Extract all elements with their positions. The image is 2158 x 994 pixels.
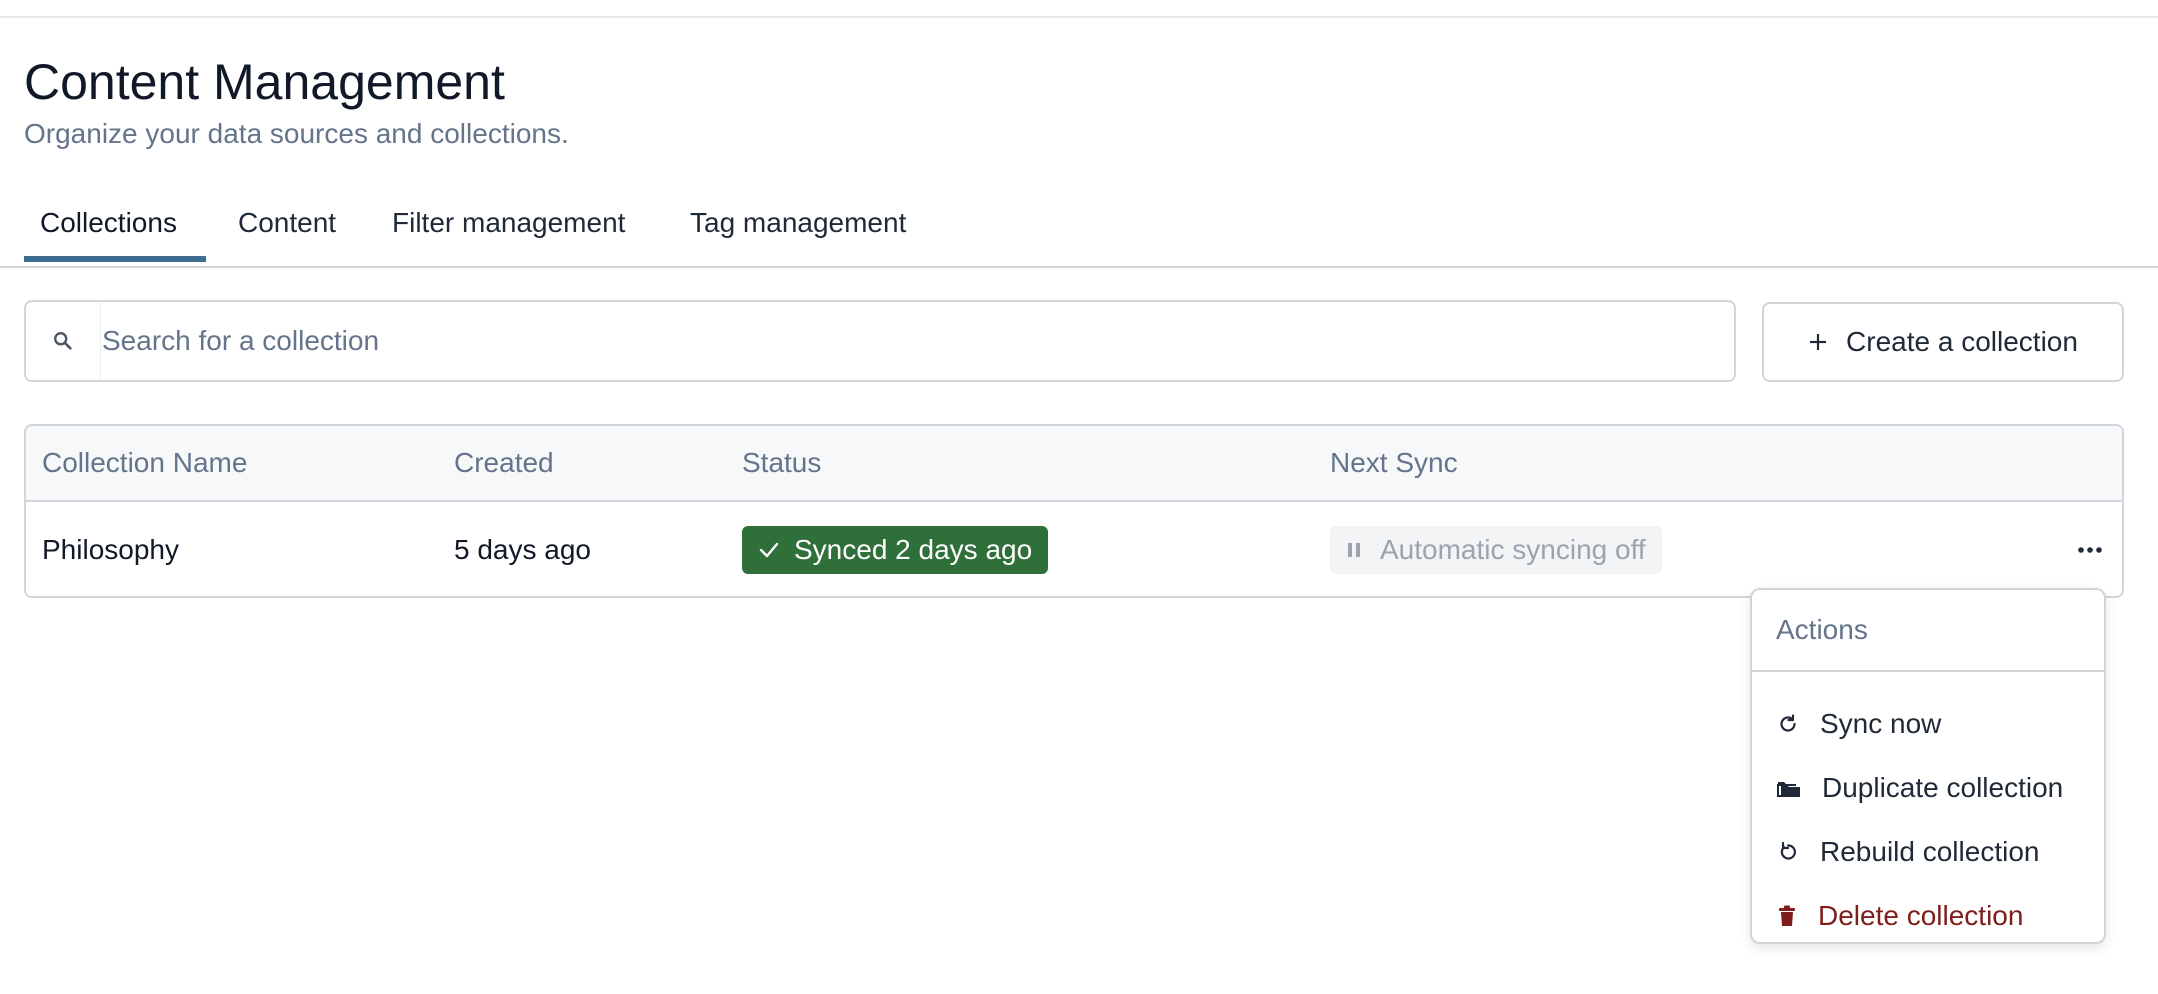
tab-tag-management[interactable]: Tag management xyxy=(690,190,906,266)
column-header-created: Created xyxy=(454,447,554,478)
tab-collections[interactable]: Collections xyxy=(40,190,177,266)
table-header: Collection Name Created Status Next Sync xyxy=(26,426,2122,502)
rebuild-icon xyxy=(1776,840,1800,864)
tab-content[interactable]: Content xyxy=(238,190,336,266)
folders-icon xyxy=(1776,776,1802,800)
column-header-collection-name: Collection Name xyxy=(42,447,248,478)
menu-item-sync-now[interactable]: Sync now xyxy=(1752,694,2104,754)
create-collection-button[interactable]: Create a collection xyxy=(1762,302,2124,382)
created-date: 5 days ago xyxy=(454,534,591,565)
status-badge: Synced 2 days ago xyxy=(742,526,1049,574)
row-actions-button[interactable] xyxy=(2066,526,2114,574)
menu-item-rebuild-collection[interactable]: Rebuild collection xyxy=(1752,822,2104,882)
search-icon xyxy=(26,302,101,380)
trash-icon xyxy=(1776,904,1798,928)
menu-item-label: Delete collection xyxy=(1818,900,2024,931)
next-sync-text: Automatic syncing off xyxy=(1380,534,1646,565)
create-collection-label: Create a collection xyxy=(1846,326,2078,357)
active-tab-indicator xyxy=(24,256,206,262)
collection-name: Philosophy xyxy=(42,534,179,565)
search-box xyxy=(24,300,1736,382)
status-text: Synced 2 days ago xyxy=(794,534,1033,565)
menu-item-duplicate-collection[interactable]: Duplicate collection xyxy=(1752,758,2104,818)
menu-item-label: Rebuild collection xyxy=(1820,836,2040,867)
column-header-status: Status xyxy=(742,447,822,478)
collections-table: Collection Name Created Status Next Sync… xyxy=(24,424,2124,598)
next-sync-badge: Automatic syncing off xyxy=(1330,526,1662,574)
column-header-next-sync: Next Sync xyxy=(1330,447,1458,478)
menu-item-delete-collection[interactable]: Delete collection xyxy=(1752,886,2104,946)
refresh-icon xyxy=(1776,712,1800,736)
plus-icon xyxy=(1808,332,1828,352)
menu-item-label: Duplicate collection xyxy=(1822,772,2064,803)
pause-icon xyxy=(1346,540,1362,560)
more-horizontal-icon xyxy=(2077,546,2103,554)
table-row[interactable]: Philosophy 5 days ago Synced 2 days ago … xyxy=(26,502,2122,596)
search-input[interactable] xyxy=(102,302,1722,380)
tab-filter-management[interactable]: Filter management xyxy=(392,190,625,266)
check-icon xyxy=(758,539,780,561)
actions-menu: Actions Sync now Duplicate collection Re… xyxy=(1750,588,2106,944)
actions-menu-header: Actions xyxy=(1752,590,2104,672)
page-subtitle: Organize your data sources and collectio… xyxy=(24,118,569,149)
menu-item-label: Sync now xyxy=(1820,708,1942,739)
top-divider xyxy=(0,16,2158,18)
page-title: Content Management xyxy=(24,54,505,110)
tab-bar: Collections Content Filter management Ta… xyxy=(0,190,2158,268)
